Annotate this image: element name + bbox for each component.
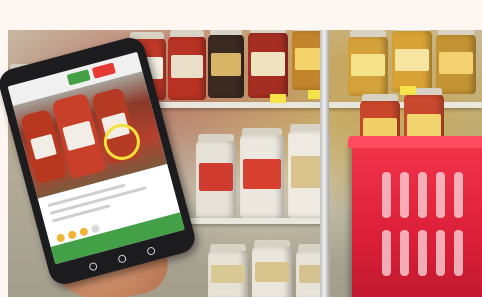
- star-icon: [90, 223, 101, 234]
- shelf-jar: [392, 30, 432, 92]
- nav-recent-icon[interactable]: [146, 246, 157, 256]
- basket-rim: [348, 136, 482, 148]
- scene: [0, 0, 482, 297]
- shelf-jar: [240, 128, 284, 218]
- nav-back-icon[interactable]: [88, 261, 99, 272]
- shelf-jar: [252, 240, 292, 297]
- basket-slot: [436, 230, 445, 276]
- basket-slot: [382, 230, 391, 276]
- star-icon: [78, 226, 89, 237]
- star-icon: [67, 230, 78, 240]
- basket-slot: [436, 172, 445, 218]
- basket-slot: [400, 172, 409, 218]
- basket-slot: [454, 230, 463, 276]
- nav-home-icon[interactable]: [117, 253, 128, 264]
- app-cancel-button[interactable]: [91, 62, 116, 79]
- basket-icon: [348, 136, 482, 297]
- shelf-jar: [168, 30, 206, 100]
- shelf-jar: [436, 30, 476, 94]
- star-icon: [55, 233, 66, 243]
- basket-slot: [400, 230, 409, 276]
- price-tag: [270, 94, 286, 103]
- basket-slot: [418, 172, 427, 218]
- shelf-jar: [348, 30, 388, 96]
- app-confirm-button[interactable]: [66, 69, 91, 86]
- shelf-pole: [320, 30, 329, 297]
- shelf-jar: [248, 30, 288, 98]
- shelf-jar: [208, 30, 244, 98]
- info-line: [51, 204, 111, 223]
- shelf-edge: [168, 218, 328, 224]
- shelf-jar: [208, 244, 248, 297]
- shelf-jar: [196, 134, 236, 218]
- basket-slot: [454, 172, 463, 218]
- basket-slot: [418, 230, 427, 276]
- price-tag: [400, 86, 416, 95]
- basket-slot: [382, 172, 391, 218]
